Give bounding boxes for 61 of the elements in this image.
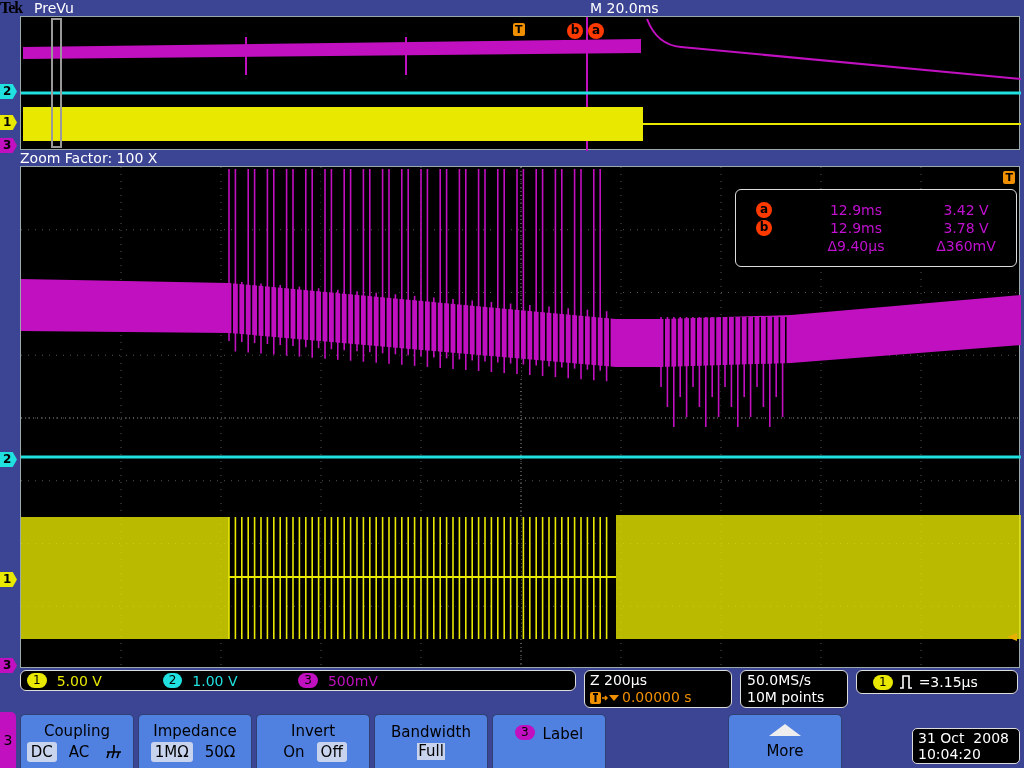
cursor-marker: a [588, 23, 604, 39]
menu-button[interactable]: Invert On Off [256, 714, 370, 768]
date-label: 31 Oct 2008 [918, 730, 1010, 746]
cursor-time: 12.9ms [829, 202, 883, 218]
trigger-marker: T [513, 23, 525, 36]
option[interactable]: AC [64, 741, 94, 762]
cursor-time: 12.9ms [829, 220, 883, 236]
trigger-position: 0.00000 s [622, 689, 692, 706]
option[interactable]: Off [316, 741, 347, 762]
option[interactable]: DC [26, 741, 57, 762]
channel-badge: 3 [514, 725, 535, 740]
channel-marker[interactable]: 2 [0, 84, 17, 99]
up-arrow-icon [769, 723, 801, 736]
button-title: Label [542, 725, 584, 743]
channel-scale: 5.00 V [56, 672, 103, 689]
menu-button[interactable]: 3 Label [492, 714, 606, 768]
channel-marker[interactable]: 3 [0, 658, 17, 673]
menu-button[interactable]: Bandwidth Full [374, 714, 488, 768]
option[interactable]: 1MΩ [150, 741, 193, 762]
channel-marker[interactable]: 1 [0, 572, 17, 587]
channel-badge[interactable]: 2 [162, 673, 183, 688]
menu-button[interactable]: Impedance 1MΩ 50Ω [138, 714, 252, 768]
cursor-value: 3.42 V [943, 202, 989, 218]
cursor-marker: a [756, 202, 772, 218]
brand-logo: Tek [0, 0, 24, 17]
trigger-readout: =3.15µs [918, 674, 978, 690]
pulse-icon [898, 675, 913, 689]
channel-scale: 1.00 V [192, 672, 239, 689]
button-title: Invert [290, 721, 336, 740]
channel-tab[interactable]: 3 [0, 712, 16, 768]
sample-rate: 50.0MS/s [747, 672, 813, 689]
button-title: Bandwidth [391, 723, 471, 741]
button-title: Impedance [153, 721, 237, 740]
option[interactable]: 50Ω [200, 741, 240, 762]
mode-label: PreVu [34, 0, 75, 16]
menu-button[interactable]: More [728, 714, 842, 768]
zoom-scale: Z 200µs [590, 672, 648, 689]
delta-time: Δ9.40µs [827, 238, 885, 254]
trigger-position-icon [590, 691, 620, 704]
channel-marker[interactable]: 3 [0, 138, 17, 153]
timebase-readout: M 20.0ms [590, 0, 659, 16]
channel-marker[interactable]: 2 [0, 452, 17, 467]
trigger-level-icon [1007, 633, 1017, 641]
channel-badge[interactable]: 3 [298, 673, 318, 688]
option[interactable]: On [279, 741, 309, 762]
channel-scale: 500mV [327, 672, 379, 689]
button-value: Full [417, 743, 445, 760]
record-length: 10M points [747, 689, 826, 706]
delta-value: Δ360mV [936, 238, 996, 254]
cursor-marker: b [567, 23, 583, 39]
trigger-marker: T [1003, 171, 1015, 184]
time-label: 10:04:20 [918, 746, 982, 762]
cursor-marker: b [756, 220, 772, 236]
cursor-value: 3.78 V [943, 220, 989, 236]
zoom-factor-label: Zoom Factor: 100 X [20, 150, 158, 166]
button-title: More [766, 741, 804, 760]
channel-badge: 1 [873, 674, 893, 690]
channel-marker[interactable]: 1 [0, 115, 17, 130]
menu-button[interactable]: Coupling DC AC [20, 714, 134, 768]
button-title: Coupling [43, 721, 110, 740]
channel-badge[interactable]: 1 [27, 673, 47, 688]
